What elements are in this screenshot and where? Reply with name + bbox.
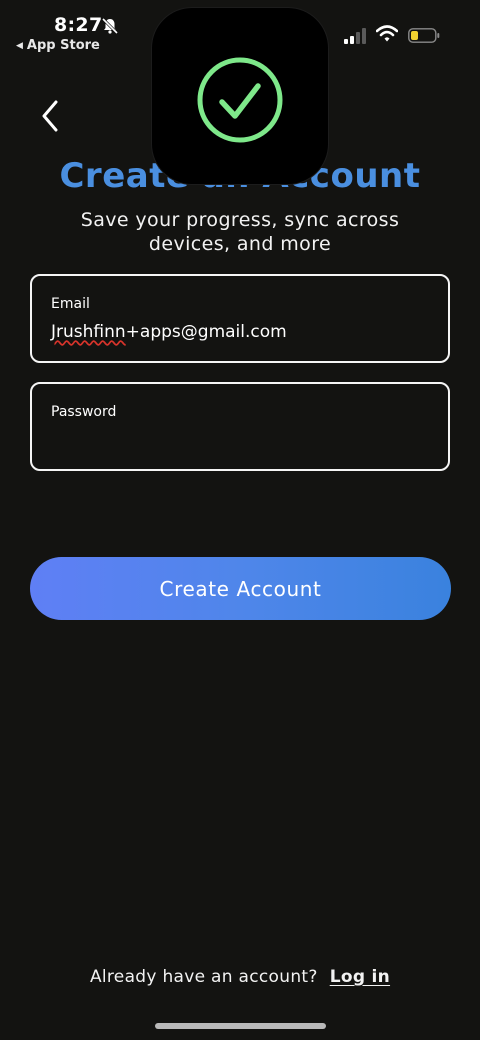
cellular-signal-icon bbox=[344, 28, 366, 44]
status-time: 8:27 bbox=[54, 14, 103, 36]
footer: Already have an account? Log in bbox=[0, 967, 480, 987]
password-field[interactable]: Password bbox=[30, 382, 450, 471]
login-link[interactable]: Log in bbox=[330, 967, 390, 987]
app-logo bbox=[152, 8, 328, 184]
back-app-label: App Store bbox=[26, 38, 100, 53]
back-to-app-store[interactable]: ◀ App Store bbox=[16, 38, 100, 53]
wifi-icon bbox=[376, 25, 398, 42]
back-triangle-icon: ◀ bbox=[16, 41, 23, 51]
create-account-button[interactable]: Create Account bbox=[30, 557, 451, 620]
home-indicator[interactable] bbox=[155, 1023, 326, 1029]
checkmark-circle-icon bbox=[197, 57, 283, 143]
email-label: Email bbox=[51, 296, 90, 312]
email-value[interactable]: Jrushfinn+apps@gmail.com bbox=[51, 322, 287, 342]
page-subtitle: Save your progress, sync across devices,… bbox=[80, 209, 400, 255]
bell-slash-icon bbox=[101, 17, 119, 35]
battery-low-icon bbox=[408, 28, 440, 43]
login-prompt: Already have an account? bbox=[89, 967, 318, 987]
email-value-rest: +apps@gmail.com bbox=[125, 322, 287, 342]
email-field[interactable]: Email Jrushfinn+apps@gmail.com bbox=[30, 274, 450, 363]
password-label: Password bbox=[51, 404, 117, 420]
email-value-misspelled: Jrushfinn bbox=[51, 322, 126, 342]
chevron-left-icon[interactable] bbox=[36, 98, 66, 134]
